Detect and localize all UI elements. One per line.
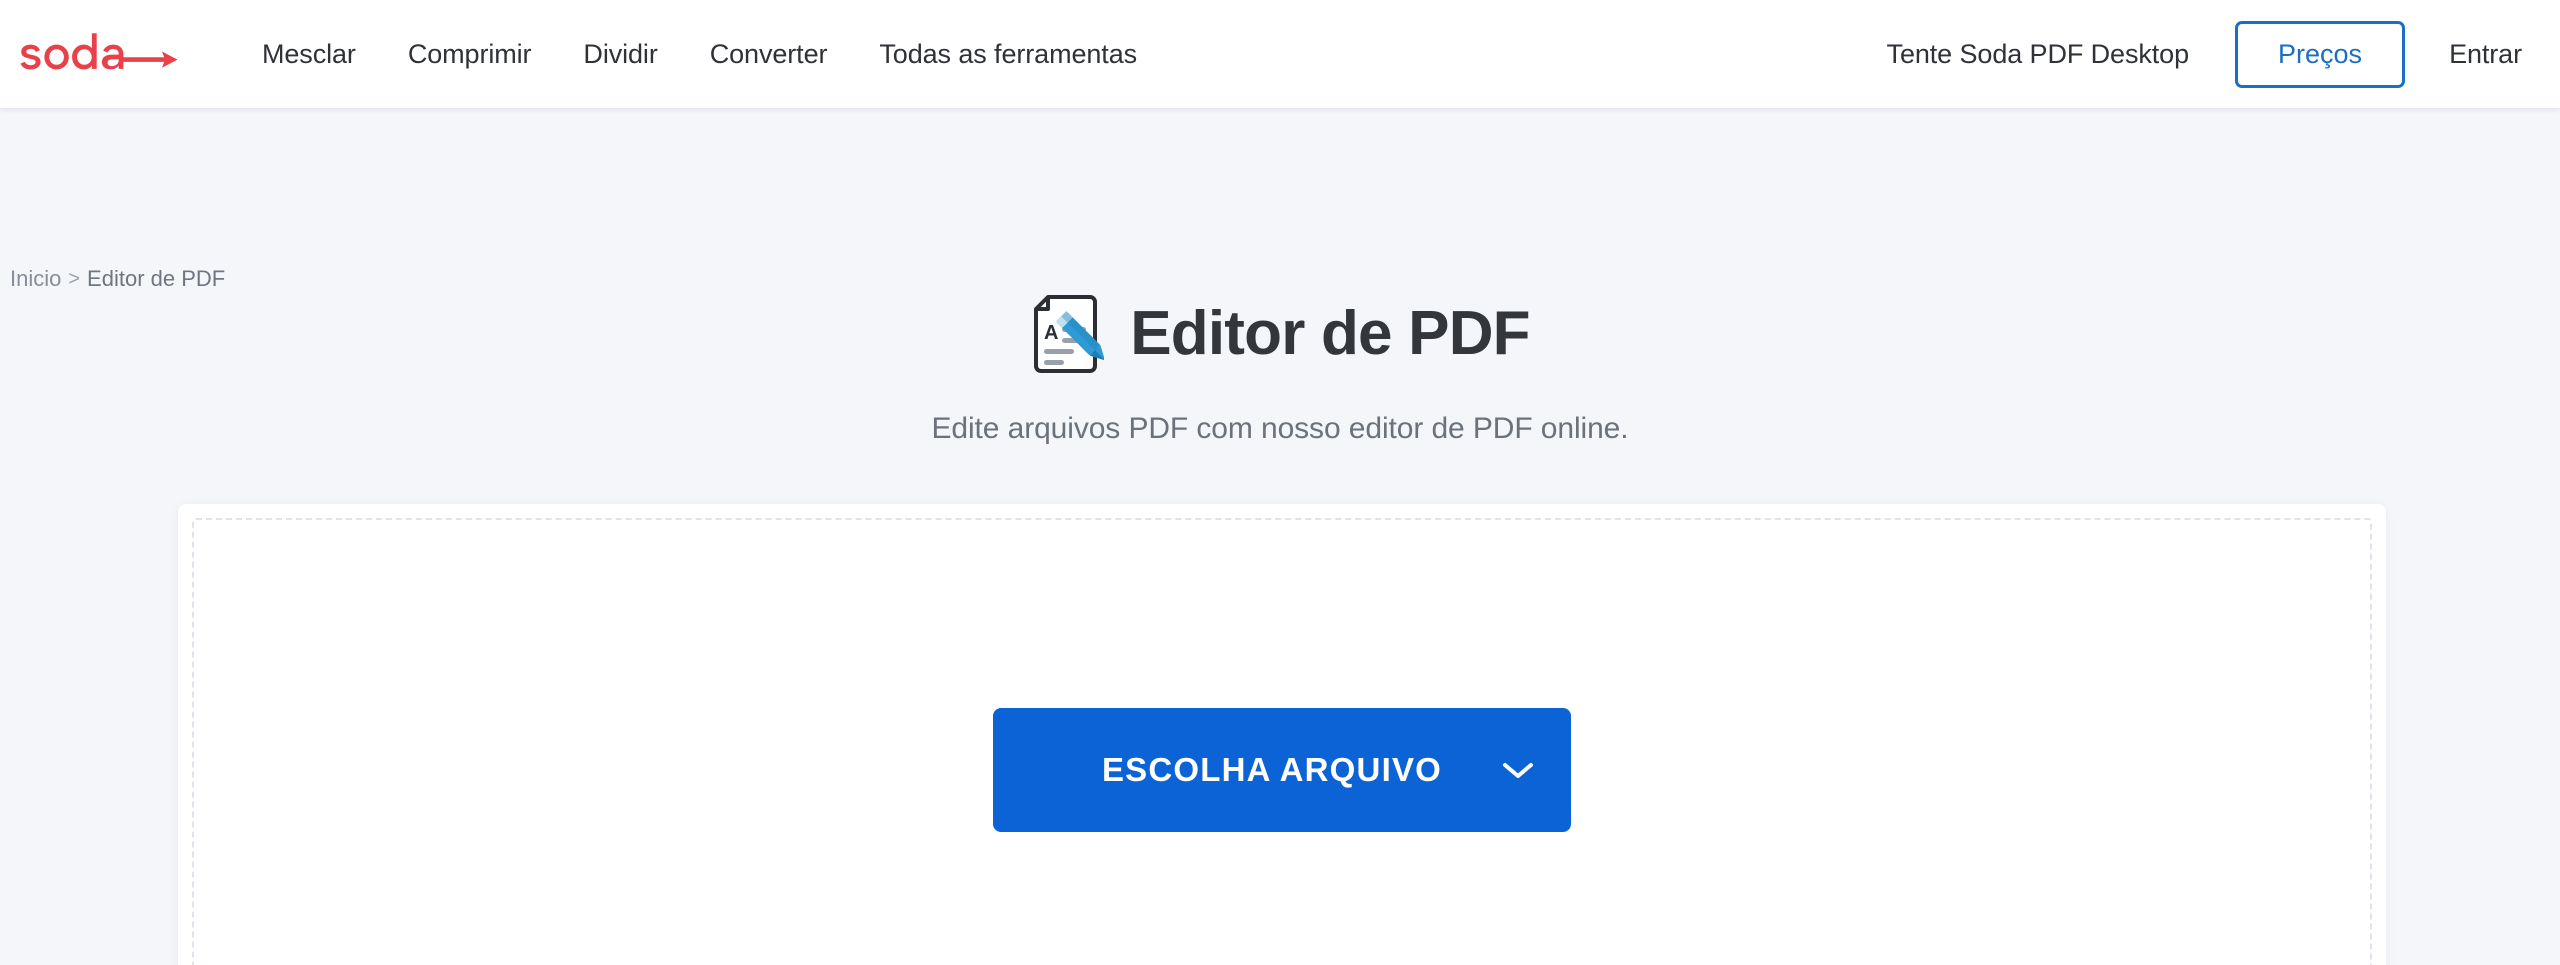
file-dropzone[interactable]: ESCOLHA ARQUIVO Ou arraste e solte um ar… <box>192 518 2372 965</box>
pricing-button[interactable]: Preços <box>2235 20 2406 88</box>
try-soda-pdf-desktop-link[interactable]: Tente Soda PDF Desktop <box>1887 29 2190 80</box>
main-content: Inicio > Editor de PDF A Editor de PDF E… <box>0 108 2560 965</box>
soda-logo-icon <box>20 33 178 70</box>
nav-item-comprimir[interactable]: Comprimir <box>382 29 558 80</box>
chevron-down-icon[interactable] <box>1501 759 1535 781</box>
sign-in-link[interactable]: Entrar <box>2449 29 2522 80</box>
breadcrumb-current: Editor de PDF <box>87 266 226 291</box>
choose-file-label: ESCOLHA ARQUIVO <box>1101 751 1443 788</box>
page-subtitle: Edite arquivos PDF com nosso editor de P… <box>931 412 1629 445</box>
breadcrumb-home-link[interactable]: Inicio <box>10 266 61 292</box>
choose-file-button[interactable]: ESCOLHA ARQUIVO <box>993 708 1571 832</box>
breadcrumb-separator: > <box>68 267 81 290</box>
page-title-row: A Editor de PDF <box>0 294 2560 374</box>
page-title: Editor de PDF <box>1130 299 1530 368</box>
nav-item-todas-as-ferramentas[interactable]: Todas as ferramentas <box>853 29 1163 80</box>
main-navigation: Mesclar Comprimir Dividir Converter Toda… <box>236 29 1163 80</box>
soda-pdf-logo[interactable] <box>18 31 180 77</box>
nav-item-mesclar[interactable]: Mesclar <box>236 29 382 80</box>
upload-card: ESCOLHA ARQUIVO Ou arraste e solte um ar… <box>178 504 2386 965</box>
nav-item-converter[interactable]: Converter <box>684 29 854 80</box>
pdf-edit-document-icon: A <box>1034 295 1105 373</box>
breadcrumb: Inicio > Editor de PDF <box>10 266 225 292</box>
nav-item-dividir[interactable]: Dividir <box>557 29 683 80</box>
header-actions: Tente Soda PDF Desktop Preços Entrar <box>1887 20 2522 88</box>
site-header: Mesclar Comprimir Dividir Converter Toda… <box>0 0 2560 108</box>
svg-text:A: A <box>1044 322 1058 344</box>
